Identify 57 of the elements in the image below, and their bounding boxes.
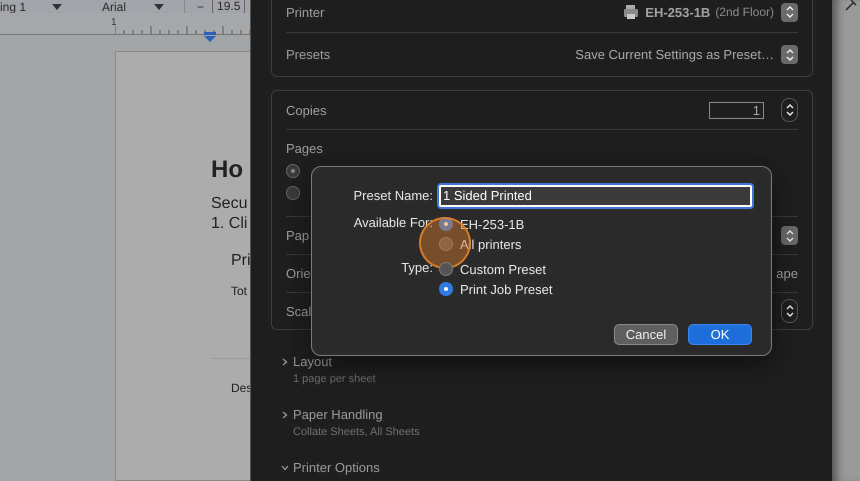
radio-label: EH-253-1B	[460, 216, 524, 232]
section-summary: Collate Sheets, All Sheets	[293, 426, 421, 438]
document-text: Pri	[231, 252, 251, 270]
radio-label: Custom Preset	[460, 262, 546, 276]
stepper-control[interactable]	[781, 299, 798, 323]
cancel-button[interactable]: Cancel	[614, 324, 678, 345]
tool-icon	[844, 0, 858, 12]
option-label: ape	[776, 266, 798, 281]
printer-location: (2nd Floor)	[715, 5, 774, 19]
up-down-arrows-icon	[784, 103, 794, 117]
field-label: Pages	[286, 141, 323, 156]
field-label: Orie	[286, 266, 311, 281]
field-label: Available For:	[352, 215, 433, 231]
radio-button[interactable]	[439, 262, 453, 276]
section-summary: 1 page per sheet	[293, 373, 377, 385]
radio-button[interactable]	[439, 237, 453, 251]
printer-icon	[624, 4, 638, 20]
stepper-control[interactable]	[781, 45, 798, 64]
style-dropdown[interactable]: ing 1	[0, 0, 52, 14]
radio-button[interactable]	[286, 164, 300, 178]
preset-name-field[interactable]: 1 Sided Printed	[439, 185, 752, 207]
radio-button[interactable]	[286, 186, 300, 200]
radio-label: All printers	[460, 236, 522, 252]
field-label: Copies	[286, 102, 326, 118]
section-title[interactable]: Paper Handling	[293, 407, 383, 422]
stepper-control[interactable]	[781, 226, 798, 245]
field-label: Preset Name:	[352, 187, 433, 205]
document-heading: Ho	[211, 156, 243, 184]
stepper-control[interactable]	[781, 2, 798, 22]
document-text: Secu	[211, 194, 248, 214]
up-down-arrows-icon	[784, 48, 794, 62]
document-text: Tot	[231, 284, 248, 298]
section-title[interactable]: Printer Options	[293, 460, 380, 475]
up-down-arrows-icon	[784, 304, 794, 318]
printer-name: EH-253-1B	[645, 4, 710, 20]
up-down-arrows-icon	[784, 5, 794, 19]
section-title[interactable]: Layout	[293, 354, 332, 369]
field-label: Presets	[286, 47, 330, 62]
indent-marker-icon	[204, 32, 216, 42]
caret-icon	[154, 4, 164, 10]
radio-label: Print Job Preset	[460, 282, 552, 296]
presets-popup[interactable]: Save Current Settings as Preset…	[575, 47, 774, 62]
ok-button[interactable]: OK	[688, 324, 752, 345]
field-label: Scal	[286, 304, 312, 318]
decrease-button[interactable]: −	[197, 0, 204, 14]
caret-icon	[52, 4, 62, 10]
up-down-arrows-icon	[784, 228, 794, 242]
radio-button[interactable]	[439, 217, 453, 231]
font-dropdown[interactable]: Arial	[102, 0, 154, 14]
stepper-control[interactable]	[781, 98, 798, 122]
document-text: 1. Cli	[211, 214, 248, 234]
copies-field[interactable]: 1	[709, 102, 764, 118]
ruler-number: 1	[111, 17, 117, 28]
field-label: Type:	[400, 260, 433, 276]
radio-button[interactable]	[439, 282, 453, 296]
field-label: Pap	[286, 228, 310, 243]
field-label: Printer	[286, 4, 324, 20]
